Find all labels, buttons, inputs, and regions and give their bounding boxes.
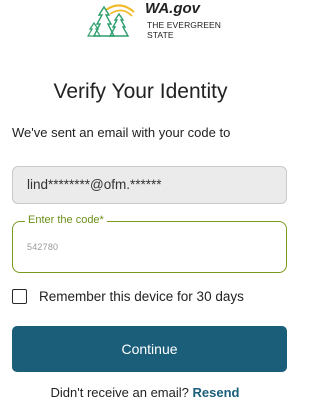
remember-device-checkbox[interactable] [12,289,27,304]
continue-button[interactable]: Continue [12,326,287,372]
resend-link[interactable]: Resend [192,385,239,400]
logo-subtitle-line2: STATE [147,30,174,40]
code-input-label: Enter the code* [25,214,107,226]
logo-title: WA.gov [145,0,200,17]
verify-identity-page: WA.gov THE EVERGREEN STATE Verify Your I… [0,0,287,404]
resend-row: Didn't receive an email? Resend [0,385,290,400]
remember-device-label[interactable]: Remember this device for 30 days [39,289,244,304]
wa-gov-logo[interactable]: WA.gov THE EVERGREEN STATE [86,0,246,40]
email-value: lind********@ofm.****** [27,177,162,192]
email-field: lind********@ofm.****** [12,166,287,204]
page-subtitle: We've sent an email with your code to [12,125,231,140]
resend-prompt: Didn't receive an email? [50,385,189,400]
logo-subtitle-line1: THE EVERGREEN [147,20,222,30]
evergreen-trees-logo-icon [86,4,135,37]
page-title: Verify Your Identity [53,80,228,103]
code-input-value: 542780 [27,242,59,252]
code-input[interactable]: Enter the code* 542780 [12,214,287,273]
